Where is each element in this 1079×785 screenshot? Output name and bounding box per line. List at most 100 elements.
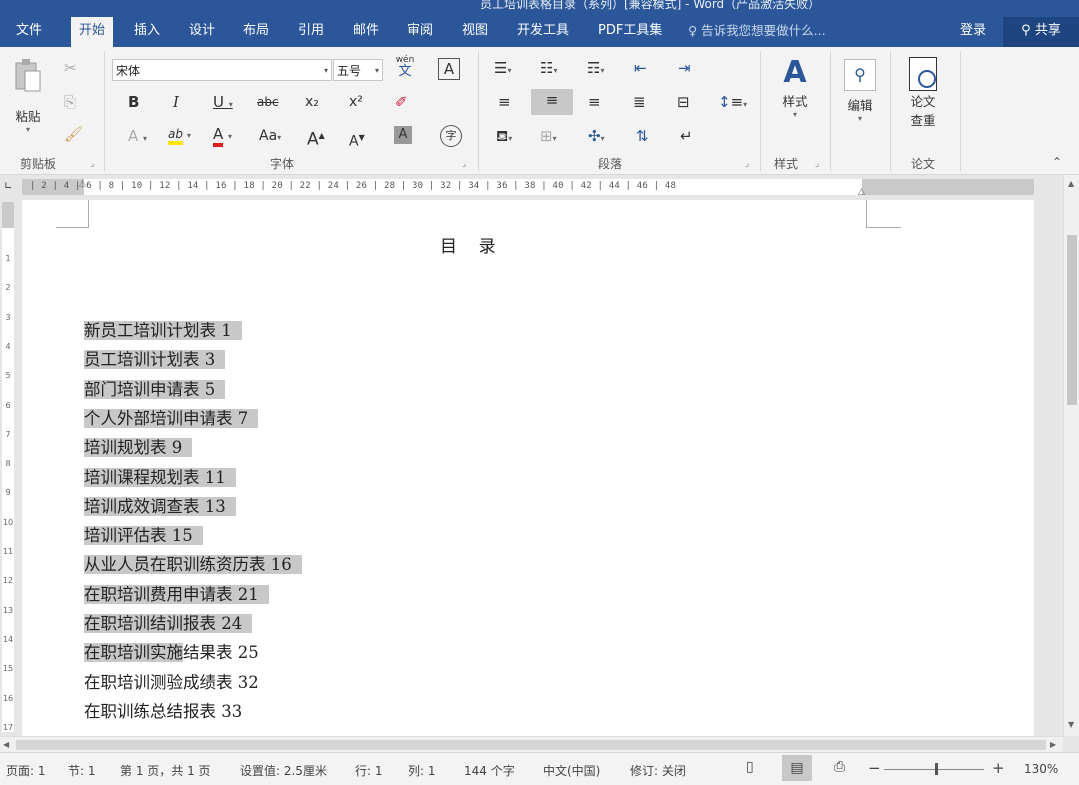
styles-button[interactable]: A 样式 ▾ xyxy=(772,55,818,119)
tab-selector-icon[interactable]: ∟ xyxy=(4,181,12,192)
font-name-select[interactable]: 宋体 ▾ xyxy=(112,59,332,81)
toc-entry[interactable]: 培训评估表 15 xyxy=(84,522,203,550)
unselected-text[interactable]: 结果表 25 xyxy=(183,643,259,662)
selected-text[interactable]: 新员工培训计划表 1 xyxy=(84,321,242,340)
align-right-icon[interactable]: ≡ xyxy=(588,91,601,113)
print-layout-icon[interactable]: ▤ xyxy=(782,755,812,781)
toc-entry[interactable]: 培训课程规划表 11 xyxy=(84,464,236,492)
toc-entry[interactable]: 培训成效调查表 13 xyxy=(84,493,236,521)
change-case-button[interactable]: Aa▾ xyxy=(259,125,281,149)
dialog-launcher-icon[interactable]: ⌟ xyxy=(815,159,819,169)
right-indent-marker-icon[interactable]: △ xyxy=(858,187,865,197)
decrease-indent-icon[interactable]: ⇤ xyxy=(634,57,647,79)
scroll-left-icon[interactable]: ◀ xyxy=(3,740,9,749)
strikethrough-button[interactable]: abc xyxy=(257,91,279,113)
shading-button[interactable]: ⛾▾ xyxy=(496,125,512,150)
distributed-icon[interactable]: ⊟ xyxy=(677,91,690,113)
tell-me-search[interactable]: ♀ 告诉我您想要做什么... xyxy=(688,14,826,47)
unselected-text[interactable]: 在职培训测验成绩表 32 xyxy=(84,673,259,692)
selected-text[interactable]: 培训规划表 9 xyxy=(84,438,193,458)
bold-button[interactable]: B xyxy=(128,91,139,113)
zoom-level[interactable]: 130% xyxy=(1024,762,1058,776)
share-button[interactable]: ⚲ 共享 xyxy=(1003,17,1079,47)
selected-text[interactable]: 在职培训实施 xyxy=(84,643,183,663)
font-color-button[interactable]: A ▾ xyxy=(213,123,232,148)
tab-home[interactable]: 开始 xyxy=(71,17,114,47)
scroll-down-icon[interactable]: ▼ xyxy=(1068,720,1074,729)
collapse-ribbon-icon[interactable]: ⌃ xyxy=(1052,151,1062,173)
scroll-thumb[interactable] xyxy=(1067,235,1077,405)
selected-text[interactable]: 培训课程规划表 11 xyxy=(84,467,236,487)
web-layout-icon[interactable]: ⎙ xyxy=(834,759,845,775)
grow-font-button[interactable]: A▲ xyxy=(307,125,325,151)
indent-marker-icon[interactable]: ⏃ xyxy=(78,177,87,190)
cut-icon[interactable]: ✂ xyxy=(64,57,77,79)
paste-button[interactable]: 粘贴 ▾ xyxy=(8,57,48,134)
toc-entry[interactable]: 在职培训费用申请表 21 xyxy=(84,581,269,609)
selected-text[interactable]: 培训成效调查表 13 xyxy=(84,496,236,516)
tab-pdf-tools[interactable]: PDF工具集 xyxy=(590,14,670,47)
toc-entry[interactable]: 个人外部培训申请表 7 xyxy=(84,405,259,433)
tab-mailings[interactable]: 邮件 xyxy=(345,14,387,47)
vertical-scrollbar[interactable]: ▲ ▼ xyxy=(1063,175,1079,736)
zoom-slider-thumb[interactable] xyxy=(935,763,938,775)
document-area[interactable]: 目 录 新员工培训计划表 1 员工培训计划表 3 部门培训申请表 5 个人外部培训申请… xyxy=(16,200,1063,736)
status-position[interactable]: 设置值: 2.5厘米 xyxy=(240,762,327,779)
underline-button[interactable]: U ▾ xyxy=(213,91,233,116)
character-border-button[interactable]: A xyxy=(438,58,460,80)
align-center-icon[interactable]: ≡ xyxy=(531,89,573,115)
status-language[interactable]: 中文(中国) xyxy=(543,762,600,779)
scroll-up-icon[interactable]: ▲ xyxy=(1068,179,1074,188)
line-spacing-button[interactable]: ↕≡▾ xyxy=(718,91,747,116)
toc-entry[interactable]: 在职培训实施结果表 25 xyxy=(84,639,259,667)
selected-text[interactable]: 个人外部培训申请表 7 xyxy=(84,408,259,428)
borders-button[interactable]: ⊞▾ xyxy=(540,125,557,150)
horizontal-ruler[interactable]: ∟ | 2 | 4 | 6 | 8 | 10 | 12 | 14 | 16 | … xyxy=(0,175,1079,200)
scroll-thumb[interactable] xyxy=(16,740,1046,750)
tab-developer[interactable]: 开发工具 xyxy=(509,14,577,47)
copy-icon[interactable]: ⎘ xyxy=(64,91,76,113)
toc-entry[interactable]: 新员工培训计划表 1 xyxy=(84,317,242,345)
unselected-text[interactable]: 在职训练总结报表 33 xyxy=(84,702,242,721)
numbering-button[interactable]: ☷▾ xyxy=(540,57,557,82)
enclose-characters-button[interactable]: 字 xyxy=(440,125,462,147)
shrink-font-button[interactable]: A▼ xyxy=(349,127,365,153)
asian-layout-button[interactable]: ✣▾ xyxy=(588,125,605,150)
subscript-button[interactable]: x₂ xyxy=(305,91,319,113)
multilevel-list-button[interactable]: ☶▾ xyxy=(587,57,604,82)
clear-formatting-icon[interactable]: ✐ xyxy=(395,91,408,113)
status-word-count[interactable]: 144 个字 xyxy=(464,762,515,779)
character-shading-button[interactable]: A xyxy=(394,126,412,144)
tab-design[interactable]: 设计 xyxy=(181,14,223,47)
dialog-launcher-icon[interactable]: ⌟ xyxy=(745,159,749,169)
justify-icon[interactable]: ≣ xyxy=(633,91,646,113)
toc-entry[interactable]: 在职培训结训报表 24 xyxy=(84,610,253,638)
tab-file[interactable]: 文件 xyxy=(8,14,50,47)
toc-entry[interactable]: 在职训练总结报表 33 xyxy=(84,698,242,726)
status-track-changes[interactable]: 修订: 关闭 xyxy=(630,762,686,779)
superscript-button[interactable]: x² xyxy=(349,91,363,113)
highlight-color-button[interactable]: ab ▾ xyxy=(168,123,191,147)
font-size-select[interactable]: 五号 ▾ xyxy=(333,59,383,81)
read-mode-icon[interactable]: ▯ xyxy=(746,759,754,775)
zoom-out-icon[interactable]: − xyxy=(868,759,881,777)
toc-entry[interactable]: 从业人员在职训练资历表 16 xyxy=(84,551,302,579)
selected-text[interactable]: 在职培训结训报表 24 xyxy=(84,614,253,633)
zoom-slider[interactable] xyxy=(884,769,984,770)
dialog-launcher-icon[interactable]: ⌟ xyxy=(462,159,466,169)
selected-text[interactable]: 员工培训计划表 3 xyxy=(84,350,226,370)
login-button[interactable]: 登录 xyxy=(960,14,986,47)
tab-view[interactable]: 视图 xyxy=(454,14,496,47)
selected-text[interactable]: 培训评估表 15 xyxy=(84,526,203,546)
tab-review[interactable]: 审阅 xyxy=(399,14,441,47)
tab-insert[interactable]: 插入 xyxy=(126,14,168,47)
italic-button[interactable]: I xyxy=(173,91,179,113)
status-page-of[interactable]: 第 1 页，共 1 页 xyxy=(120,762,211,779)
zoom-in-icon[interactable]: + xyxy=(992,759,1005,777)
increase-indent-icon[interactable]: ⇥ xyxy=(678,57,691,79)
paper-check-button[interactable]: 论文 查重 xyxy=(898,57,948,129)
document-page[interactable]: 目 录 新员工培训计划表 1 员工培训计划表 3 部门培训申请表 5 个人外部培训申请… xyxy=(22,200,1034,736)
toc-entry[interactable]: 部门培训申请表 5 xyxy=(84,376,226,404)
format-painter-icon[interactable]: 🖌 xyxy=(64,123,83,145)
selected-text[interactable]: 从业人员在职训练资历表 16 xyxy=(84,555,302,575)
